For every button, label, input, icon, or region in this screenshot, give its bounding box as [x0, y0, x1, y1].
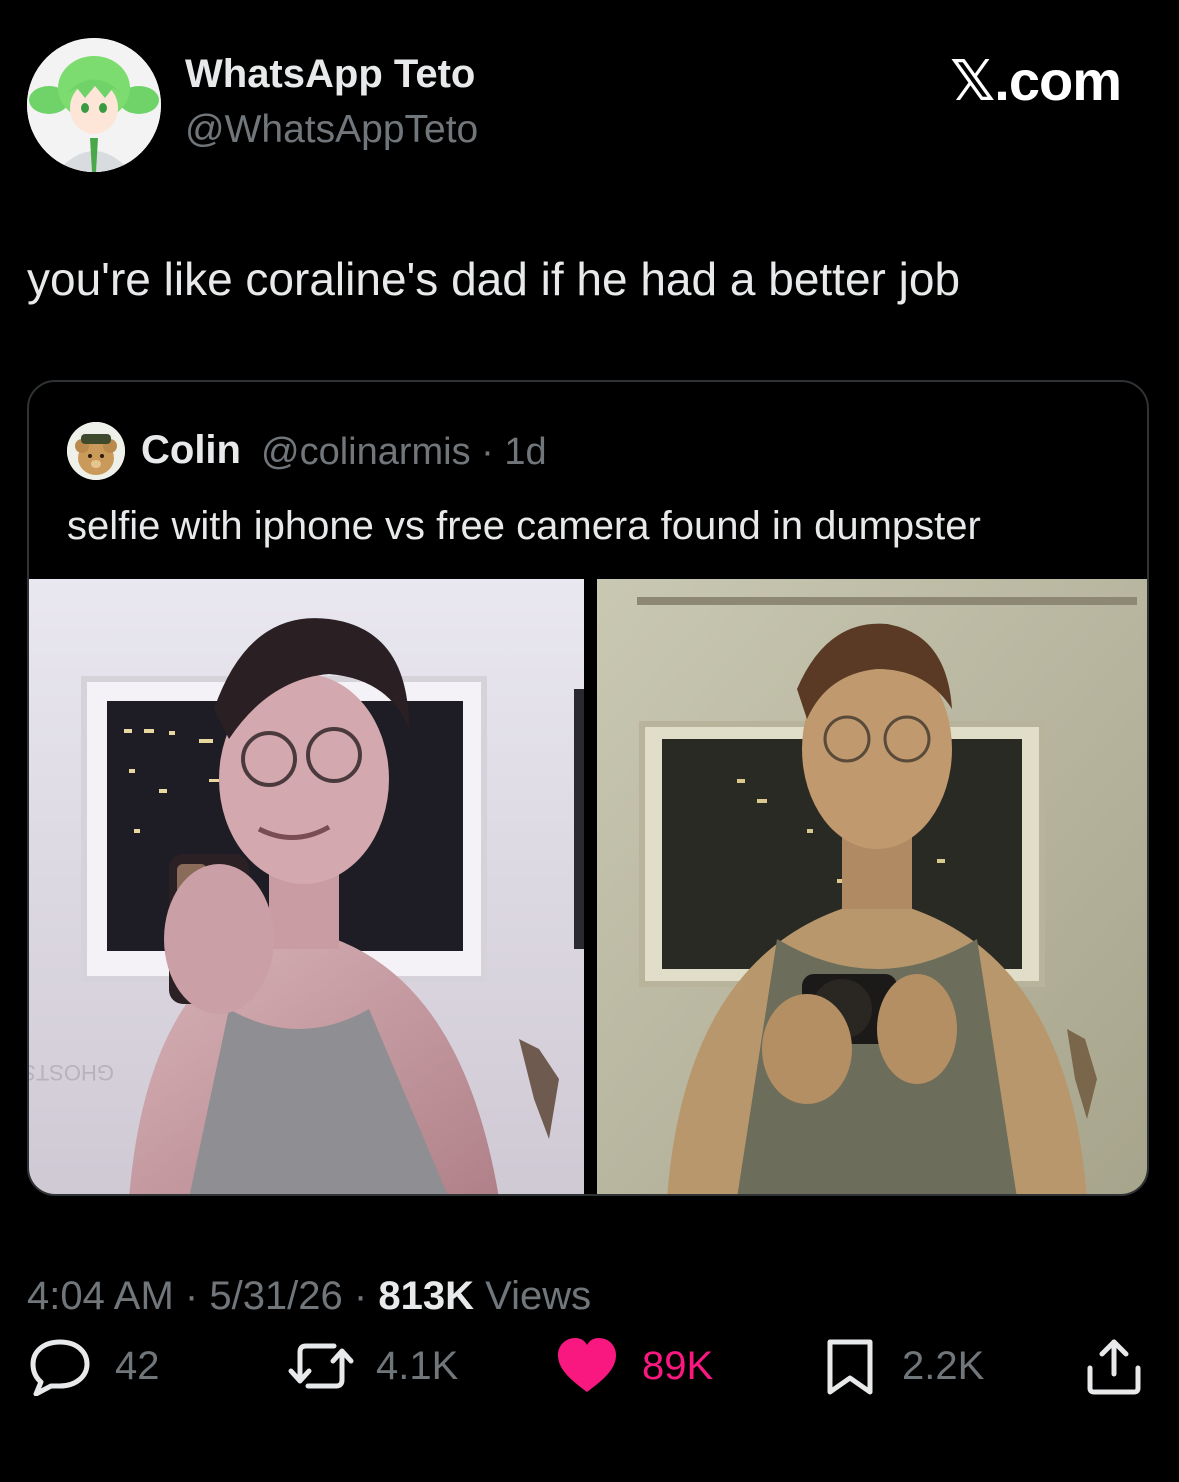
- author-display-name[interactable]: WhatsApp Teto: [185, 52, 475, 97]
- author-handle[interactable]: @WhatsAppTeto: [185, 108, 478, 152]
- share-button[interactable]: [1084, 1336, 1144, 1396]
- svg-text:GHOSTS: GHOSTS: [29, 1060, 114, 1085]
- reply-count: 42: [115, 1343, 160, 1388]
- quote-text: selfie with iphone vs free camera found …: [67, 504, 981, 548]
- reply-icon: [30, 1339, 90, 1396]
- photo-iphone-selfie[interactable]: GHOSTS: [29, 579, 584, 1194]
- repost-button[interactable]: 4.1K: [288, 1336, 458, 1396]
- repost-count: 4.1K: [376, 1343, 459, 1388]
- tweet-time: 4:04 AM: [27, 1274, 174, 1318]
- brand-logo: 𝕏.com: [950, 49, 1122, 112]
- author-avatar[interactable]: [27, 38, 161, 172]
- bookmark-button[interactable]: 2.2K: [820, 1336, 984, 1396]
- tweet-timestamp: 4:04 AM · 5/31/26 · 813K Views: [27, 1274, 592, 1318]
- like-button[interactable]: 89K: [554, 1336, 713, 1396]
- heart-icon: [558, 1338, 616, 1392]
- quoted-tweet[interactable]: Colin @colinarmis · 1d selfie with iphon…: [27, 380, 1149, 1196]
- quote-author-name[interactable]: Colin: [141, 428, 241, 473]
- share-icon: [1087, 1339, 1141, 1395]
- views-label: Views: [485, 1274, 592, 1318]
- tweet-text: you're like coraline's dad if he had a b…: [27, 253, 961, 305]
- quote-author-meta[interactable]: @colinarmis · 1d: [261, 431, 547, 474]
- bookmark-count: 2.2K: [902, 1343, 985, 1388]
- photo-dumpster-camera[interactable]: [597, 579, 1147, 1194]
- tweet-date[interactable]: 5/31/26: [209, 1274, 342, 1318]
- repost-icon: [288, 1343, 354, 1389]
- reply-button[interactable]: 42: [27, 1336, 160, 1396]
- views-count: 813K: [378, 1274, 474, 1318]
- bookmark-icon: [827, 1339, 873, 1395]
- like-count: 89K: [642, 1343, 714, 1388]
- quote-author-avatar[interactable]: [67, 422, 125, 480]
